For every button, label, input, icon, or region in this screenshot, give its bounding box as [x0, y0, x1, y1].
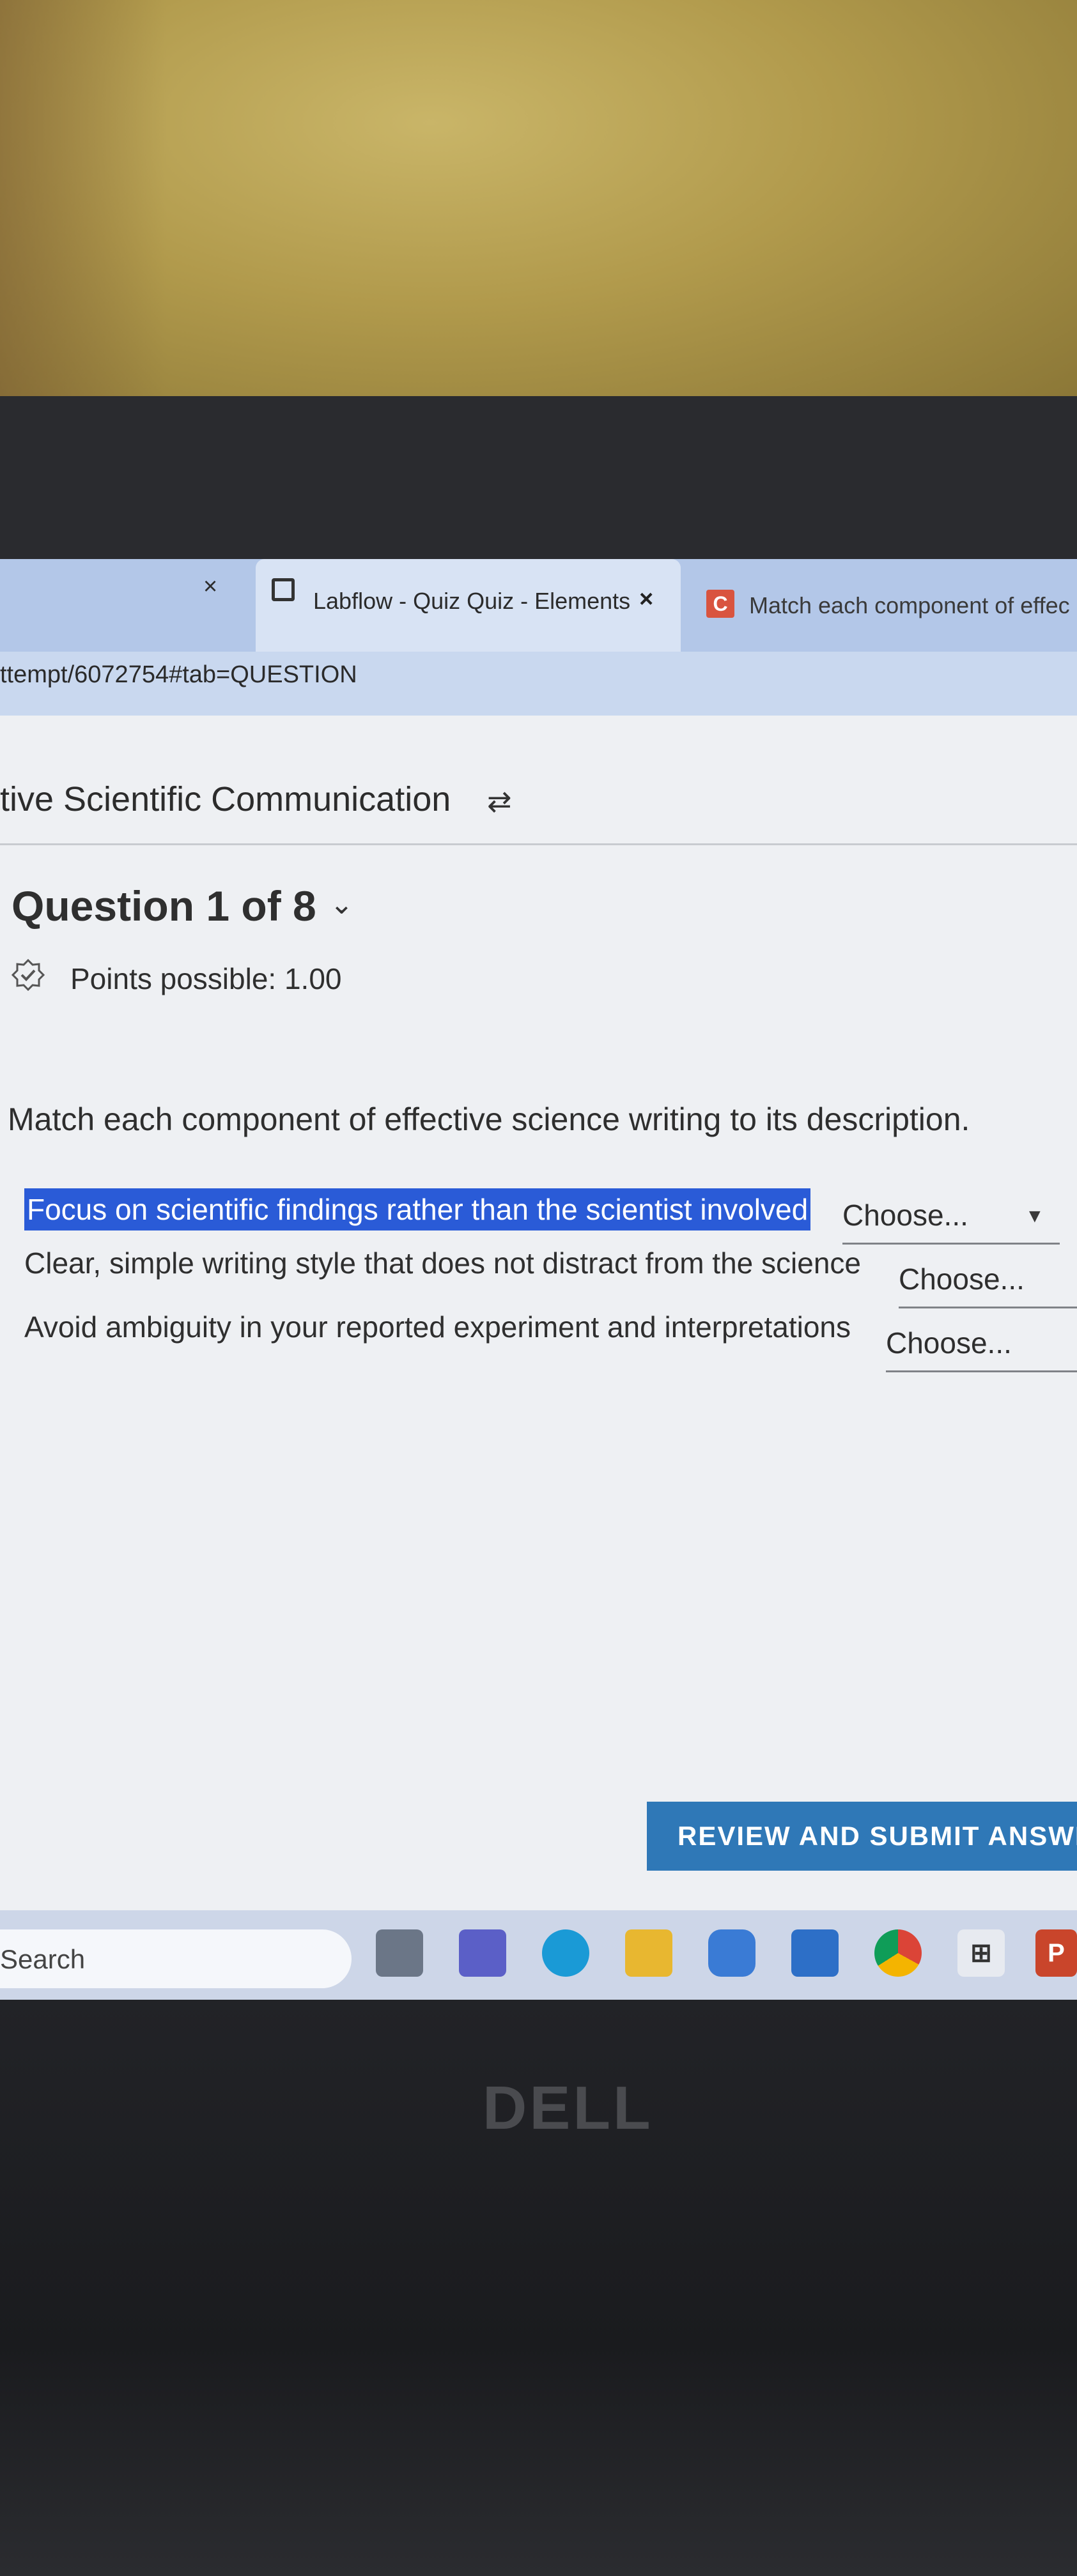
match-select-3[interactable]: Choose...: [886, 1326, 1077, 1372]
search-placeholder: Search: [0, 1944, 86, 1974]
close-icon[interactable]: ×: [203, 573, 217, 601]
edge-icon[interactable]: [542, 1929, 589, 1977]
question-title[interactable]: Question 1 of 8: [12, 882, 316, 930]
review-submit-button[interactable]: REVIEW AND SUBMIT ANSWE: [647, 1802, 1077, 1871]
powerpoint-icon[interactable]: P: [1035, 1929, 1077, 1977]
match-prompt-2: Clear, simple writing style that does no…: [24, 1246, 862, 1280]
tab2-favicon-icon: C: [706, 590, 734, 618]
chevron-down-icon[interactable]: ⌄: [330, 888, 353, 921]
file-explorer-icon[interactable]: [625, 1929, 672, 1977]
tab-title: Labflow - Quiz Quiz - Elements: [313, 588, 631, 614]
badge-check-icon: [12, 958, 45, 992]
match-select-2[interactable]: Choose...: [899, 1262, 1077, 1308]
swap-icon[interactable]: ⇄: [487, 784, 512, 818]
url-text[interactable]: ttempt/6072754#tab=QUESTION: [0, 661, 357, 689]
labflow-favicon-icon: [272, 578, 295, 601]
screen: × Labflow - Quiz Quiz - Elements × C Mat…: [0, 559, 1077, 1990]
select-value: Choose...: [899, 1262, 1025, 1296]
tab-close-icon[interactable]: ×: [639, 586, 653, 613]
store-icon[interactable]: ⊞: [957, 1929, 1005, 1977]
course-title: tive Scientific Communication: [0, 780, 451, 818]
dropdown-arrow-icon[interactable]: ▼: [1025, 1206, 1044, 1227]
points-possible: Points possible: 1.00: [70, 962, 342, 995]
match-prompt-1: Focus on scientific findings rather than…: [24, 1188, 811, 1230]
task-view-icon[interactable]: [376, 1929, 423, 1977]
divider: [0, 843, 1077, 845]
select-value: Choose...: [842, 1199, 968, 1232]
dell-logo: DELL: [483, 2074, 653, 2142]
teams-icon[interactable]: [459, 1929, 506, 1977]
chrome-icon[interactable]: [874, 1929, 922, 1977]
question-instruction: Match each component of effective scienc…: [8, 1101, 970, 1137]
background-shadow: [0, 0, 166, 409]
laptop-top-bezel: [0, 396, 1077, 565]
mail-icon[interactable]: [791, 1929, 839, 1977]
select-value: Choose...: [886, 1326, 1012, 1360]
match-prompt-3: Avoid ambiguity in your reported experim…: [24, 1310, 851, 1344]
tab-match-each[interactable]: Match each component of effec: [749, 592, 1070, 619]
copilot-icon[interactable]: [708, 1929, 755, 1977]
